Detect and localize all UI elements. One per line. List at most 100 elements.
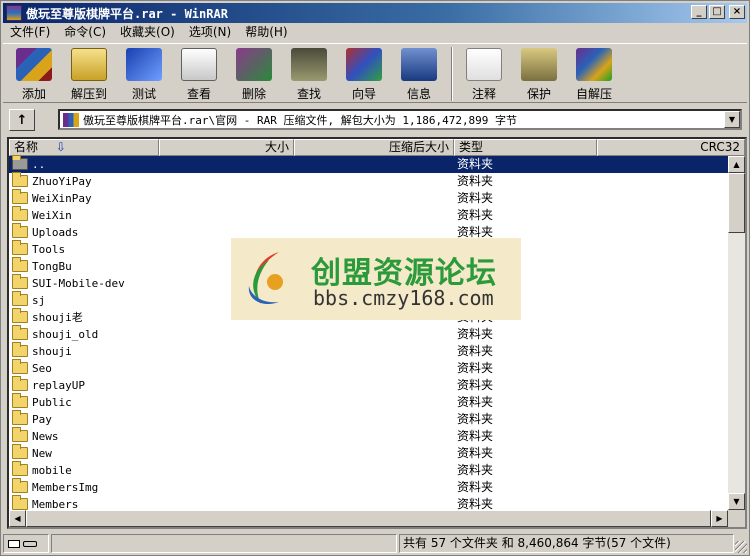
find-icon bbox=[291, 48, 327, 81]
file-name: shouji_old bbox=[32, 328, 99, 341]
extract-to-button[interactable]: 解压到 bbox=[66, 44, 112, 102]
scroll-right-button[interactable]: ▶ bbox=[711, 510, 728, 527]
info-button[interactable]: 信息 bbox=[396, 44, 442, 102]
find-label: 查找 bbox=[296, 87, 321, 101]
folder-icon bbox=[12, 410, 28, 425]
folder-icon bbox=[12, 291, 28, 306]
minimize-button[interactable]: _ bbox=[691, 5, 707, 19]
column-packed-size[interactable]: 压缩后大小 bbox=[294, 139, 454, 156]
delete-button[interactable]: 删除 bbox=[231, 44, 277, 102]
protect-button[interactable]: 保护 bbox=[516, 44, 562, 102]
folder-icon bbox=[12, 393, 28, 408]
scroll-up-button[interactable]: ▲ bbox=[728, 156, 745, 173]
view-button[interactable]: 查看 bbox=[176, 44, 222, 102]
file-type: 资料夹 bbox=[457, 446, 494, 460]
winrar-app-icon[interactable] bbox=[6, 5, 22, 21]
file-name: TongBu bbox=[32, 260, 72, 273]
resize-grip[interactable] bbox=[735, 541, 747, 553]
file-name: Tools bbox=[32, 243, 66, 256]
menu-favorites[interactable]: 收藏夹(O) bbox=[113, 23, 182, 42]
file-type: 资料夹 bbox=[457, 412, 494, 426]
file-row[interactable]: Pay 资料夹 bbox=[9, 410, 728, 428]
file-type: 资料夹 bbox=[457, 157, 494, 171]
title-bar[interactable]: 傲玩至尊版棋牌平台.rar - WinRAR _ □ × bbox=[3, 3, 747, 23]
address-bar: ↑ 傲玩至尊版棋牌平台.rar\官网 - RAR 压缩文件, 解包大小为 1,1… bbox=[3, 107, 747, 133]
watermark-banner: 创盟资源论坛 bbs.cmzy168.com bbox=[231, 238, 521, 320]
file-row[interactable]: ZhuoYiPay 资料夹 bbox=[9, 172, 728, 190]
file-type: 资料夹 bbox=[457, 480, 494, 494]
folder-icon bbox=[12, 444, 28, 459]
sfx-button[interactable]: 自解压 bbox=[571, 44, 617, 102]
protect-icon bbox=[521, 48, 557, 81]
file-name: ZhuoYiPay bbox=[32, 175, 92, 188]
status-summary: 共有 57 个文件夹 和 8,460,864 字节(57 个文件) bbox=[399, 534, 734, 553]
folder-icon bbox=[12, 325, 28, 340]
add-icon bbox=[16, 48, 52, 81]
file-row[interactable]: WeiXin 资料夹 bbox=[9, 206, 728, 224]
maximize-button[interactable]: □ bbox=[709, 5, 725, 19]
address-path: 傲玩至尊版棋牌平台.rar\官网 - RAR 压缩文件, 解包大小为 1,186… bbox=[83, 113, 518, 127]
folder-icon bbox=[12, 478, 28, 493]
file-name: News bbox=[32, 430, 59, 443]
info-label: 信息 bbox=[406, 87, 431, 101]
horizontal-scrollbar[interactable]: ◀ ▶ bbox=[9, 510, 728, 527]
file-row[interactable]: Seo 资料夹 bbox=[9, 359, 728, 377]
menu-options[interactable]: 选项(N) bbox=[182, 23, 238, 42]
folder-icon bbox=[12, 172, 28, 187]
file-row[interactable]: Public 资料夹 bbox=[9, 393, 728, 411]
watermark-logo bbox=[248, 252, 283, 305]
add-button[interactable]: 添加 bbox=[11, 44, 57, 102]
column-name[interactable]: 名称 ⇩ bbox=[9, 139, 159, 156]
menu-help[interactable]: 帮助(H) bbox=[238, 23, 294, 42]
file-row[interactable]: MembersImg 资料夹 bbox=[9, 478, 728, 496]
wizard-button[interactable]: 向导 bbox=[341, 44, 387, 102]
find-button[interactable]: 查找 bbox=[286, 44, 332, 102]
address-dropdown-button[interactable]: ▼ bbox=[724, 111, 740, 128]
test-icon bbox=[126, 48, 162, 81]
file-row[interactable]: replayUP 资料夹 bbox=[9, 376, 728, 394]
menu-file[interactable]: 文件(F) bbox=[3, 23, 57, 42]
delete-label: 删除 bbox=[241, 87, 266, 101]
vertical-scroll-thumb[interactable] bbox=[728, 173, 745, 233]
extract-icon bbox=[71, 48, 107, 81]
file-list[interactable]: 名称 ⇩ 大小 压缩后大小 类型 CRC32 .. 资料夹 ZhuoYiPay 资料夹… bbox=[7, 137, 747, 529]
view-icon bbox=[181, 48, 217, 81]
menu-commands[interactable]: 命令(C) bbox=[57, 23, 113, 42]
wizard-icon bbox=[346, 48, 382, 81]
column-crc32[interactable]: CRC32 bbox=[597, 139, 745, 156]
folder-icon bbox=[12, 308, 28, 323]
file-type: 资料夹 bbox=[457, 327, 494, 341]
file-row[interactable]: shouji 资料夹 bbox=[9, 342, 728, 360]
file-type: 资料夹 bbox=[457, 191, 494, 205]
comment-button[interactable]: 注释 bbox=[461, 44, 507, 102]
comment-icon bbox=[466, 48, 502, 81]
column-type[interactable]: 类型 bbox=[454, 139, 597, 156]
file-rows: .. 资料夹 ZhuoYiPay 资料夹 WeiXinPay 资料夹 WeiXin 资料夹 Up… bbox=[9, 155, 728, 513]
parent-folder-row[interactable]: .. 资料夹 bbox=[9, 155, 728, 173]
file-name: replayUP bbox=[32, 379, 85, 392]
file-row[interactable]: News 资料夹 bbox=[9, 427, 728, 445]
scroll-left-button[interactable]: ◀ bbox=[9, 510, 26, 527]
column-size[interactable]: 大小 bbox=[159, 139, 294, 156]
file-name: sj bbox=[32, 294, 46, 307]
folder-icon bbox=[12, 189, 28, 204]
file-name: Pay bbox=[32, 413, 52, 426]
test-button[interactable]: 测试 bbox=[121, 44, 167, 102]
address-field[interactable]: 傲玩至尊版棋牌平台.rar\官网 - RAR 压缩文件, 解包大小为 1,186… bbox=[58, 109, 742, 130]
folder-icon bbox=[12, 274, 28, 289]
sfx-label: 自解压 bbox=[575, 87, 612, 101]
file-row[interactable]: mobile 资料夹 bbox=[9, 461, 728, 479]
window-title: 傲玩至尊版棋牌平台.rar - WinRAR bbox=[26, 6, 228, 21]
close-button[interactable]: × bbox=[729, 5, 745, 19]
sfx-icon bbox=[576, 48, 612, 81]
status-bar: 共有 57 个文件夹 和 8,460,864 字节(57 个文件) bbox=[3, 533, 747, 553]
horizontal-scroll-thumb[interactable] bbox=[26, 510, 711, 527]
vertical-scrollbar[interactable]: ▲ ▼ bbox=[728, 156, 745, 510]
up-folder-button[interactable]: ↑ bbox=[9, 109, 35, 131]
file-row[interactable]: New 资料夹 bbox=[9, 444, 728, 462]
file-row[interactable]: shouji_old 资料夹 bbox=[9, 325, 728, 343]
file-row[interactable]: WeiXinPay 资料夹 bbox=[9, 189, 728, 207]
winrar-window: 傲玩至尊版棋牌平台.rar - WinRAR _ □ × 文件(F) 命令(C)… bbox=[0, 0, 750, 556]
scroll-down-button[interactable]: ▼ bbox=[728, 493, 745, 510]
folder-icon bbox=[12, 376, 28, 391]
